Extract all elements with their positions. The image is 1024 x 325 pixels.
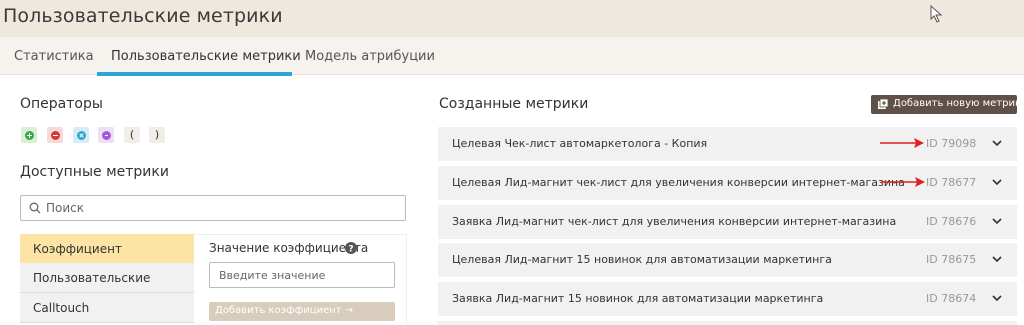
svg-text:?: ? bbox=[348, 245, 353, 255]
chevron-down-icon[interactable] bbox=[992, 255, 1002, 263]
category-custom[interactable]: Пользовательские bbox=[20, 263, 194, 292]
metric-id: ID 78674 bbox=[926, 292, 977, 305]
operator-multiply-button[interactable] bbox=[73, 127, 89, 143]
metric-name: Целевая Лид-магнит чек-лист для увеличен… bbox=[452, 176, 905, 189]
metric-name: Целевая Лид-магнит 15 новинок для автома… bbox=[452, 253, 832, 266]
category-coefficient[interactable]: Коэффициент bbox=[20, 234, 194, 263]
add-metric-icon bbox=[878, 99, 888, 109]
chevron-down-icon[interactable] bbox=[992, 294, 1002, 302]
category-divider bbox=[20, 322, 194, 323]
metric-id: ID 78675 bbox=[926, 253, 977, 266]
metric-row[interactable]: Целевая Чек-лист автомаркетолога - Копия… bbox=[438, 127, 1017, 161]
tab-custom-metrics[interactable]: Пользовательские метрики bbox=[111, 49, 301, 64]
operators-title: Операторы bbox=[20, 96, 103, 112]
metric-row[interactable]: Целевая Лид-магнит чек-лист для увеличен… bbox=[438, 166, 1017, 200]
chevron-down-icon[interactable] bbox=[992, 139, 1002, 147]
page-title: Пользовательские метрики bbox=[3, 5, 283, 27]
category-calltouch[interactable]: Calltouch bbox=[20, 293, 194, 322]
created-metrics-title: Созданные метрики bbox=[439, 96, 589, 112]
plus-icon bbox=[24, 130, 34, 140]
metric-row[interactable] bbox=[438, 321, 1017, 325]
metric-row[interactable]: Заявка Лид-магнит 15 новинок для автомат… bbox=[438, 282, 1017, 316]
add-new-metric-button[interactable]: Добавить новую метрику bbox=[871, 95, 1024, 114]
coefficient-input[interactable] bbox=[209, 262, 395, 288]
operator-close-paren-button[interactable]: ) bbox=[149, 127, 165, 143]
active-tab-indicator bbox=[97, 72, 292, 76]
tab-attribution-model[interactable]: Модель атрибуции bbox=[305, 49, 435, 64]
metric-name: Заявка Лид-магнит чек-лист для увеличени… bbox=[452, 215, 897, 228]
operator-open-paren-button[interactable]: ( bbox=[124, 127, 140, 143]
search-icon bbox=[29, 202, 41, 214]
operator-minus-button[interactable] bbox=[47, 127, 63, 143]
minus-icon bbox=[50, 130, 60, 140]
metric-id: ID 78677 bbox=[926, 176, 977, 189]
red-arrow-icon bbox=[880, 138, 924, 148]
search-field bbox=[20, 195, 406, 221]
help-icon[interactable]: ? bbox=[345, 242, 357, 254]
add-new-metric-label: Добавить новую метрику bbox=[893, 98, 1024, 109]
metric-id: ID 78676 bbox=[926, 215, 977, 228]
tab-statistics[interactable]: Статистика bbox=[14, 49, 94, 64]
available-metrics-title: Доступные метрики bbox=[20, 164, 169, 180]
add-coefficient-button[interactable]: Добавить коэффициент → bbox=[209, 302, 395, 321]
metric-id: ID 79098 bbox=[926, 137, 977, 150]
operator-divide-button[interactable] bbox=[98, 127, 114, 143]
metric-row[interactable]: Целевая Лид-магнит 15 новинок для автома… bbox=[438, 243, 1017, 277]
metric-name: Целевая Чек-лист автомаркетолога - Копия bbox=[452, 137, 708, 150]
mouse-cursor-icon bbox=[930, 5, 943, 23]
tab-bar: Статистика Пользовательские метрики Моде… bbox=[0, 37, 1024, 75]
chevron-down-icon[interactable] bbox=[992, 217, 1002, 225]
metric-name: Заявка Лид-магнит 15 новинок для автомат… bbox=[452, 292, 824, 305]
search-input[interactable] bbox=[46, 200, 396, 216]
red-arrow-icon bbox=[881, 177, 925, 187]
multiply-icon bbox=[76, 130, 86, 140]
metric-row[interactable]: Заявка Лид-магнит чек-лист для увеличени… bbox=[438, 205, 1017, 239]
header-bar: Пользовательские метрики bbox=[0, 0, 1024, 37]
divide-icon bbox=[101, 130, 111, 140]
chevron-down-icon[interactable] bbox=[992, 178, 1002, 186]
operator-plus-button[interactable] bbox=[21, 127, 37, 143]
